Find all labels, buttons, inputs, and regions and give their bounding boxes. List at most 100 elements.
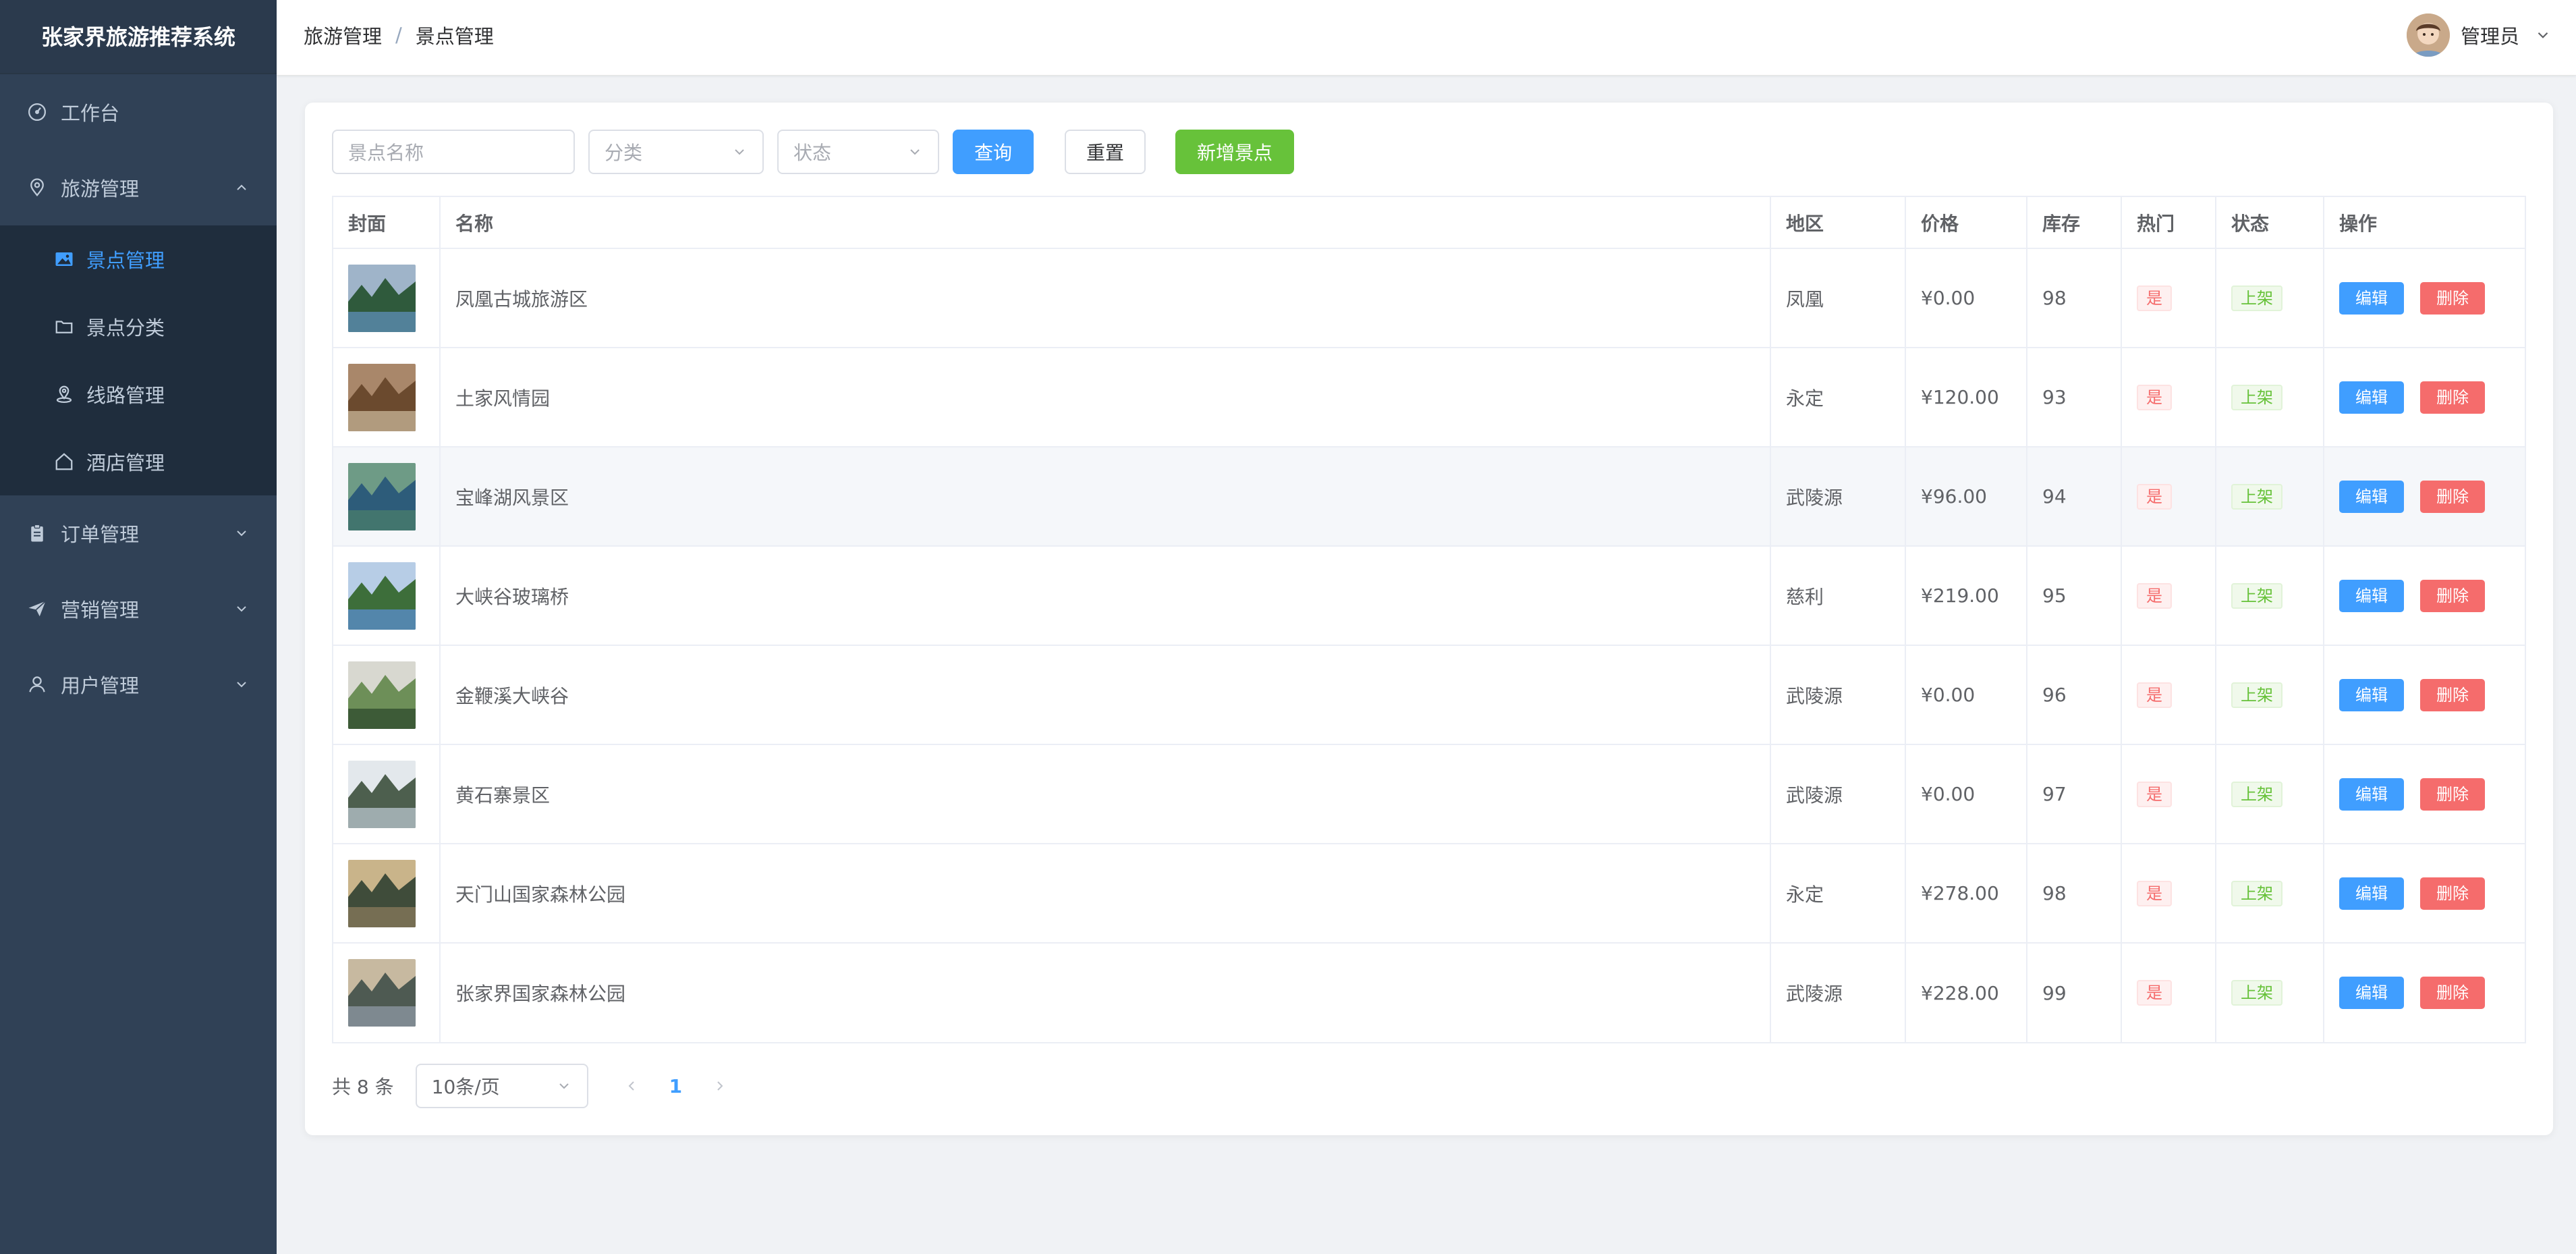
sidebar-item-users[interactable]: 用户管理	[0, 647, 277, 722]
chevron-up-icon	[237, 184, 246, 190]
hot-cell: 是	[2121, 645, 2216, 745]
query-button[interactable]: 查询	[953, 130, 1034, 174]
column-header: 价格	[1905, 197, 2027, 249]
spot-price: ¥0.00	[1905, 645, 2027, 745]
column-header: 操作	[2324, 197, 2525, 249]
spot-price: ¥219.00	[1905, 546, 2027, 646]
sidebar-item-marketing[interactable]: 营销管理	[0, 571, 277, 647]
spot-name-input[interactable]: 景点名称	[332, 130, 575, 174]
spot-price: ¥120.00	[1905, 348, 2027, 447]
hot-tag: 是	[2137, 781, 2172, 807]
cover-cell	[333, 844, 441, 944]
sidebar-item-label: 用户管理	[61, 674, 140, 697]
page-size-select[interactable]: 10条/页	[415, 1064, 588, 1108]
edit-button[interactable]: 编辑	[2339, 281, 2404, 315]
actions-cell: 编辑 删除	[2324, 645, 2525, 745]
edit-button[interactable]: 编辑	[2339, 381, 2404, 414]
sidebar-item-orders[interactable]: 订单管理	[0, 495, 277, 571]
category-select[interactable]: 分类	[588, 130, 764, 174]
chevron-down-icon	[237, 682, 246, 688]
chevron-down-icon	[559, 1083, 569, 1089]
delete-button[interactable]: 删除	[2420, 381, 2485, 414]
status-tag: 上架	[2231, 582, 2283, 609]
spot-stock: 96	[2027, 645, 2122, 745]
status-cell: 上架	[2216, 744, 2324, 844]
prev-page-icon[interactable]	[623, 1078, 640, 1094]
reset-button[interactable]: 重置	[1065, 130, 1146, 174]
sidebar-item-label: 订单管理	[61, 523, 140, 546]
chevron-down-icon[interactable]	[2534, 26, 2552, 44]
spot-cover-image	[348, 959, 416, 1027]
delete-button[interactable]: 删除	[2420, 778, 2485, 811]
spot-region: 永定	[1770, 348, 1906, 447]
hot-tag: 是	[2137, 582, 2172, 609]
tourism-submenu: 景点管理 景点分类 线路管理 酒店管理	[0, 225, 277, 495]
spot-cover-image	[348, 462, 416, 530]
status-select-placeholder: 状态	[793, 142, 832, 164]
sidebar-item-spot-categories[interactable]: 景点分类	[0, 293, 277, 360]
table-row: 宝峰湖风景区 武陵源 ¥96.00 94 是 上架 编辑 删除	[333, 447, 2525, 547]
hot-cell: 是	[2121, 546, 2216, 646]
column-header: 状态	[2216, 197, 2324, 249]
add-spot-button[interactable]: 新增景点	[1175, 130, 1294, 174]
edit-button[interactable]: 编辑	[2339, 678, 2404, 711]
edit-button[interactable]: 编辑	[2339, 877, 2404, 910]
status-select[interactable]: 状态	[777, 130, 939, 174]
spot-price: ¥0.00	[1905, 248, 2027, 348]
app-title: 张家界旅游推荐系统	[0, 0, 277, 74]
status-cell: 上架	[2216, 844, 2324, 944]
cover-cell	[333, 744, 441, 844]
next-page-icon[interactable]	[712, 1078, 728, 1094]
spot-stock: 98	[2027, 844, 2122, 944]
spot-stock: 93	[2027, 348, 2122, 447]
sidebar-item-routes[interactable]: 线路管理	[0, 360, 277, 428]
table-row: 金鞭溪大峡谷 武陵源 ¥0.00 96 是 上架 编辑 删除	[333, 645, 2525, 745]
hot-tag: 是	[2137, 880, 2172, 906]
delete-button[interactable]: 删除	[2420, 977, 2485, 1009]
spot-name: 天门山国家森林公园	[440, 844, 1771, 944]
user-menu[interactable]: 管理员	[2406, 0, 2552, 70]
hot-tag: 是	[2137, 384, 2172, 410]
delete-button[interactable]: 删除	[2420, 281, 2485, 315]
status-tag: 上架	[2231, 384, 2283, 410]
sidebar-item-tourism[interactable]: 旅游管理	[0, 150, 277, 225]
spot-name: 金鞭溪大峡谷	[440, 645, 1771, 745]
delete-button[interactable]: 删除	[2420, 579, 2485, 612]
sidebar-item-spots[interactable]: 景点管理	[0, 225, 277, 293]
sidebar-item-hotels[interactable]: 酒店管理	[0, 428, 277, 495]
sidebar: 张家界旅游推荐系统 工作台 旅游管理 景点管理 景点分类 线路管理 酒店管理 订…	[0, 0, 277, 1254]
spot-region: 武陵源	[1770, 447, 1906, 547]
hot-tag: 是	[2137, 682, 2172, 708]
spot-name: 凤凰古城旅游区	[440, 248, 1771, 348]
delete-button[interactable]: 删除	[2420, 678, 2485, 711]
total-count: 共 8 条	[332, 1076, 394, 1098]
status-tag: 上架	[2231, 483, 2283, 510]
sidebar-item-label: 线路管理	[86, 384, 165, 407]
breadcrumb-item-tourism[interactable]: 旅游管理	[304, 21, 382, 49]
cover-cell	[333, 943, 441, 1042]
page-number[interactable]: 1	[669, 1075, 682, 1097]
folder-icon	[53, 315, 76, 338]
spot-price: ¥96.00	[1905, 447, 2027, 547]
actions-cell: 编辑 删除	[2324, 844, 2525, 944]
delete-button[interactable]: 删除	[2420, 877, 2485, 910]
edit-button[interactable]: 编辑	[2339, 778, 2404, 811]
sidebar-item-label: 景点分类	[86, 317, 165, 339]
sidebar-item-dashboard[interactable]: 工作台	[0, 74, 277, 150]
table-row: 大峡谷玻璃桥 慈利 ¥219.00 95 是 上架 编辑 删除	[333, 546, 2525, 646]
pagination: 共 8 条 10条/页 1	[332, 1064, 728, 1108]
edit-button[interactable]: 编辑	[2339, 977, 2404, 1009]
sidebar-item-label: 景点管理	[86, 249, 165, 272]
avatar[interactable]	[2406, 13, 2450, 57]
edit-button[interactable]: 编辑	[2339, 480, 2404, 513]
hot-tag: 是	[2137, 980, 2172, 1006]
spot-name: 黄石寨景区	[440, 744, 1771, 844]
user-name[interactable]: 管理员	[2461, 21, 2519, 49]
delete-button[interactable]: 删除	[2420, 480, 2485, 513]
top-header: 旅游管理 / 景点管理 管理员	[277, 0, 2576, 76]
column-header: 名称	[440, 197, 1771, 249]
spot-region: 慈利	[1770, 546, 1906, 646]
map-location-icon	[53, 383, 76, 406]
edit-button[interactable]: 编辑	[2339, 579, 2404, 612]
picture-icon	[53, 248, 76, 271]
